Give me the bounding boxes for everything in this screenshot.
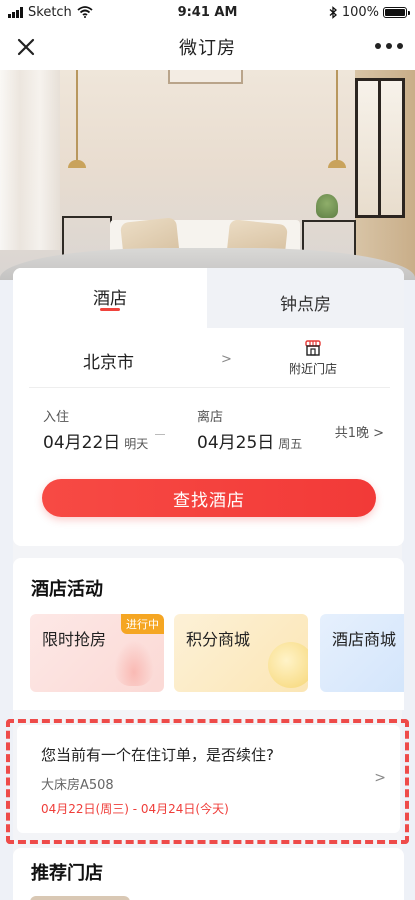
wifi-icon [77, 6, 93, 18]
stay-date-range: 04月22日(周三) - 04月24日(今天) [41, 802, 229, 816]
nights-count[interactable]: 共1晚 > [335, 422, 384, 441]
nights-label: 共1晚 [334, 426, 374, 441]
activity-name: 酒店商城 [332, 630, 397, 649]
date-selector[interactable]: 入住 04月22日 明天 离店 04月25日 周五 共1晚 > [29, 400, 390, 460]
battery-icon [383, 6, 410, 18]
flame-icon [114, 640, 154, 686]
chevron-right-icon[interactable]: > [374, 770, 386, 786]
section-title: 酒店活动 [31, 579, 103, 600]
status-badge: 进行中 [121, 614, 164, 634]
nearby-stores-label: 附近门店 [288, 362, 337, 376]
nearby-stores-button[interactable]: 附近门店 [281, 338, 345, 377]
checkin-date[interactable]: 04月22日 明天 [43, 428, 148, 453]
checkin-date-value: 04月22日 [43, 433, 121, 453]
checkin-weekday: 明天 [124, 437, 149, 451]
store-icon [305, 340, 321, 356]
section-title: 推荐门店 [31, 863, 103, 884]
recommended-stores-section: 推荐门店 [13, 848, 404, 900]
status-bar: Sketch 9:41 AM 100% [0, 0, 415, 24]
tab-hourly-room-label: 钟点房 [280, 295, 331, 315]
tab-hotel-label: 酒店 [93, 289, 127, 309]
battery-percent: 100% [341, 4, 379, 20]
activity-points-mall[interactable]: 积分商城 [174, 614, 308, 692]
carrier-label: Sketch [28, 4, 72, 20]
activity-name: 积分商城 [186, 630, 251, 649]
checkout-weekday: 周五 [278, 437, 303, 451]
activity-name: 限时抢房 [42, 630, 107, 649]
hotel-activities-section: 酒店活动 限时抢房 进行中 积分商城 酒店商城 [13, 558, 404, 710]
checkout-label: 离店 [197, 410, 224, 425]
ongoing-order-card[interactable]: 您当前有一个在住订单，是否续住? 大床房A508 04月22日(周三) - 04… [17, 725, 400, 833]
chevron-right-icon: > [373, 426, 384, 441]
checkin-label: 入住 [43, 410, 70, 425]
ongoing-order-highlight: 您当前有一个在住订单，是否续住? 大床房A508 04月22日(周三) - 04… [6, 719, 409, 844]
checkout-date-value: 04月25日 [197, 433, 275, 453]
coin-icon [268, 642, 308, 688]
chevron-right-icon[interactable]: > [221, 352, 232, 367]
activity-hotel-mall[interactable]: 酒店商城 [320, 614, 404, 692]
activity-flash-sale[interactable]: 限时抢房 进行中 [30, 614, 164, 692]
booking-tabs: 酒店 钟点房 [13, 268, 404, 330]
city-row: 北京市 > 附近门店 [29, 330, 390, 388]
bluetooth-icon [329, 5, 337, 19]
checkout-date[interactable]: 04月25日 周五 [197, 428, 302, 453]
extend-stay-question: 您当前有一个在住订单，是否续住? [41, 746, 274, 764]
tab-hourly-room[interactable]: 钟点房 [207, 268, 404, 328]
booking-card: 酒店 钟点房 北京市 > 附近门店 入住 04月22日 明天 离店 04月25日周… [13, 268, 404, 546]
active-tab-indicator [100, 308, 120, 311]
close-icon[interactable] [14, 35, 38, 59]
city-selector[interactable]: 北京市 [83, 348, 134, 373]
signal-icon [8, 6, 23, 18]
page-title: 微订房 [179, 38, 236, 59]
hotel-banner-image [0, 70, 415, 280]
more-options-icon[interactable] [375, 43, 403, 49]
store-thumbnail[interactable] [30, 896, 130, 900]
date-separator [155, 434, 165, 435]
room-name: 大床房A508 [41, 778, 114, 793]
tab-hotel[interactable]: 酒店 [13, 268, 207, 330]
nav-bar: 微订房 [0, 24, 415, 70]
search-hotel-button[interactable]: 查找酒店 [42, 479, 376, 517]
